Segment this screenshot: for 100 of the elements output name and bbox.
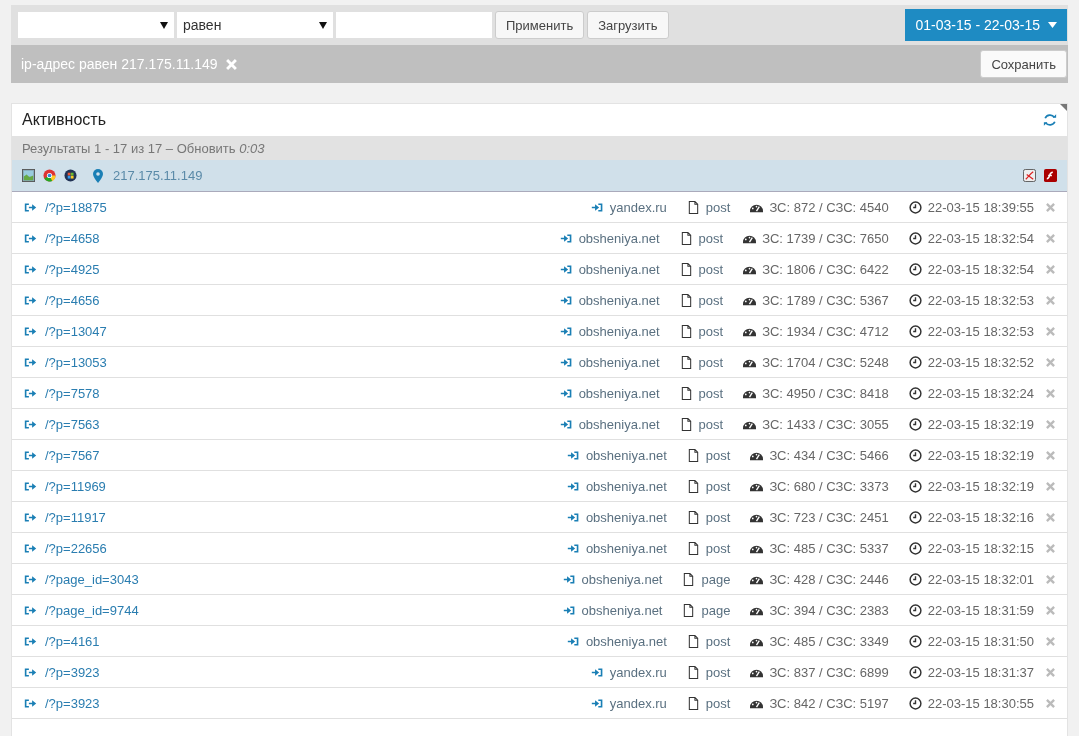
referrer-link[interactable]: obsheniya.net [585,633,667,649]
referrer-link[interactable]: yandex.ru [609,199,667,215]
flag-circle-icon [64,169,77,182]
exit-arrow-icon [24,231,37,245]
page-link[interactable]: /?p=11917 [45,509,106,525]
enter-arrow-icon [562,603,576,617]
page-link[interactable]: /?p=11969 [45,478,106,494]
close-icon[interactable] [1046,295,1055,305]
referrer-link[interactable]: obsheniya.net [578,230,660,246]
stats-text: ЗС: 485 / СЗС: 3349 [769,633,889,649]
referrer-link[interactable]: obsheniya.net [581,602,663,618]
close-icon[interactable] [1046,574,1055,584]
close-icon[interactable] [1046,636,1055,646]
referrer-link[interactable]: obsheniya.net [585,540,667,556]
exit-arrow-icon [24,603,37,617]
file-icon [679,355,693,369]
visit-time: 22-03-15 18:32:54 [927,261,1034,277]
enter-arrow-icon [566,510,580,524]
clock-icon [908,603,922,617]
page-link[interactable]: /?p=3923 [45,664,100,680]
close-icon[interactable] [1046,481,1055,491]
enter-arrow-icon [566,448,580,462]
content-type: post [705,509,731,525]
content-type: post [705,478,731,494]
content-type: page [701,571,731,587]
close-icon[interactable] [1046,357,1055,367]
stats-text: ЗС: 394 / СЗС: 2383 [769,602,889,618]
visit-time: 22-03-15 18:32:19 [927,447,1034,463]
visit-time: 22-03-15 18:32:53 [927,292,1034,308]
page-link[interactable]: /?page_id=9744 [45,602,139,618]
page-link[interactable]: /?p=13047 [45,323,107,339]
clock-icon [908,541,922,555]
stats-text: ЗС: 434 / СЗС: 5466 [769,447,889,463]
close-icon[interactable] [1046,512,1055,522]
page-link[interactable]: /?p=7563 [45,416,100,432]
referrer-link[interactable]: obsheniya.net [578,261,660,277]
page-link[interactable]: /?p=4656 [45,292,100,308]
caret-icon [319,21,327,29]
refresh-icon[interactable] [1043,113,1057,127]
exit-arrow-icon [24,293,37,307]
page-link[interactable]: /?p=7578 [45,385,100,401]
close-icon[interactable] [1046,326,1055,336]
clock-icon [908,634,922,648]
enter-arrow-icon [566,479,580,493]
stats-text: ЗС: 872 / СЗС: 4540 [769,199,889,215]
close-icon[interactable] [1046,667,1055,677]
referrer-link[interactable]: obsheniya.net [585,509,667,525]
close-icon[interactable] [1046,543,1055,553]
close-icon[interactable] [1046,233,1055,243]
close-icon[interactable] [1046,419,1055,429]
close-icon[interactable] [1046,698,1055,708]
close-icon[interactable] [1046,450,1055,460]
visit-time: 22-03-15 18:31:59 [927,602,1034,618]
page-link[interactable]: /?p=3923 [45,695,100,711]
clock-icon [908,448,922,462]
visit-time: 22-03-15 18:32:19 [927,478,1034,494]
content-type: post [698,230,724,246]
referrer-link[interactable]: obsheniya.net [578,385,660,401]
page-link[interactable]: /?page_id=3043 [45,571,139,587]
referrer-link[interactable]: obsheniya.net [585,447,667,463]
content-type: post [705,664,731,680]
exit-arrow-icon [24,355,37,369]
content-type: post [698,323,724,339]
visit-time: 22-03-15 18:31:37 [927,664,1034,680]
apply-button[interactable]: Применить [495,11,585,39]
enter-arrow-icon [590,200,604,214]
page-link[interactable]: /?p=4161 [45,633,100,649]
referrer-link[interactable]: obsheniya.net [581,571,663,587]
referrer-link[interactable]: obsheniya.net [585,478,667,494]
operator-select[interactable]: равен [177,12,333,38]
visit-time: 22-03-15 18:32:52 [927,354,1034,370]
referrer-link[interactable]: obsheniya.net [578,292,660,308]
content-type: post [705,199,731,215]
referrer-link[interactable]: obsheniya.net [578,354,660,370]
close-icon[interactable] [1046,605,1055,615]
file-icon [686,448,700,462]
value-input[interactable] [336,12,492,38]
ip-address: 217.175.11.149 [113,168,203,183]
load-button[interactable]: Загрузить [587,11,669,39]
page-link[interactable]: /?p=7567 [45,447,100,463]
close-icon[interactable] [1046,264,1055,274]
stats-text: ЗС: 837 / СЗС: 6899 [769,664,889,680]
referrer-link[interactable]: obsheniya.net [578,323,660,339]
referrer-link[interactable]: obsheniya.net [578,416,660,432]
page-link[interactable]: /?p=4925 [45,261,100,277]
page-link[interactable]: /?p=4658 [45,230,100,246]
page-link[interactable]: /?p=18875 [45,199,107,215]
close-icon[interactable] [1046,202,1055,212]
referrer-link[interactable]: yandex.ru [609,664,667,680]
date-range-button[interactable]: 01-03-15 - 22-03-15 [905,9,1067,41]
field-select[interactable] [18,12,174,38]
enter-arrow-icon [566,634,580,648]
referrer-link[interactable]: yandex.ru [609,695,667,711]
page-link[interactable]: /?p=13053 [45,354,107,370]
results-summary: Результаты 1 - 17 из 17 – Обновить 0:03 [22,140,265,156]
close-icon[interactable] [1046,388,1055,398]
exit-arrow-icon [24,572,37,586]
stats-text: ЗС: 1739 / СЗС: 7650 [762,230,889,246]
page-link[interactable]: /?p=22656 [45,540,107,556]
save-button[interactable]: Сохранить [980,50,1067,78]
